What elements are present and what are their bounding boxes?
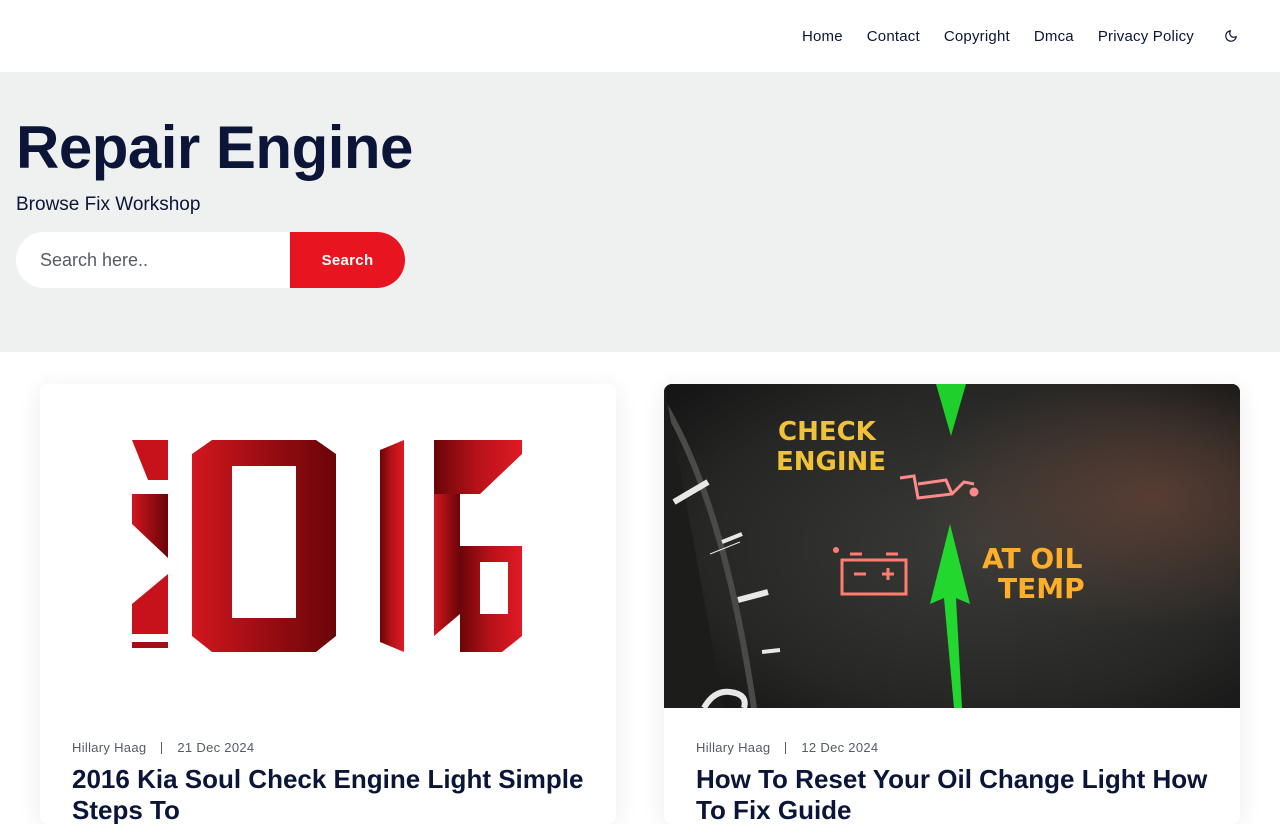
nav-contact[interactable]: Contact — [867, 28, 920, 45]
post-card: Hillary Haag 21 Dec 2024 2016 Kia Soul C… — [40, 384, 616, 824]
post-date: 12 Dec 2024 — [801, 740, 879, 755]
search-input[interactable] — [16, 232, 290, 288]
main-nav: Home Contact Copyright Dmca Privacy Poli… — [802, 0, 1240, 72]
nav-privacy-policy[interactable]: Privacy Policy — [1098, 28, 1194, 45]
dashboard-warning-lights-image: CHECK ENGINE AT OIL TEMP — [664, 384, 1240, 708]
post-meta: Hillary Haag 21 Dec 2024 — [72, 740, 254, 755]
site-header: Home Contact Copyright Dmca Privacy Poli… — [0, 0, 1280, 72]
nav-copyright[interactable]: Copyright — [944, 28, 1010, 45]
post-author[interactable]: Hillary Haag — [696, 740, 770, 755]
meta-divider — [785, 741, 787, 754]
post-meta: Hillary Haag 12 Dec 2024 — [696, 740, 878, 755]
moon-icon — [1225, 30, 1237, 42]
check-engine-line1: CHECK — [778, 417, 877, 447]
post-card: CHECK ENGINE AT OIL TEMP Hillary Haag 12… — [664, 384, 1240, 824]
site-tagline: Browse Fix Workshop — [16, 194, 201, 215]
post-title[interactable]: 2016 Kia Soul Check Engine Light Simple … — [72, 764, 592, 824]
nav-dmca[interactable]: Dmca — [1034, 28, 1074, 45]
post-thumbnail[interactable]: CHECK ENGINE AT OIL TEMP — [664, 384, 1240, 708]
post-title[interactable]: How To Reset Your Oil Change Light How T… — [696, 764, 1216, 824]
search-form: Search — [16, 232, 405, 288]
post-image-2016 — [132, 440, 522, 652]
dark-mode-toggle[interactable] — [1222, 27, 1240, 45]
search-button[interactable]: Search — [290, 232, 405, 288]
hero-section: Repair Engine Browse Fix Workshop Search — [0, 72, 1280, 352]
at-oil-text: AT OIL — [982, 542, 1083, 575]
site-title[interactable]: Repair Engine — [16, 118, 413, 178]
meta-divider — [161, 741, 163, 754]
temp-text: TEMP — [998, 572, 1085, 605]
post-thumbnail[interactable] — [40, 384, 616, 708]
post-date: 21 Dec 2024 — [177, 740, 255, 755]
check-engine-line2: ENGINE — [776, 447, 886, 477]
post-author[interactable]: Hillary Haag — [72, 740, 146, 755]
nav-home[interactable]: Home — [802, 28, 843, 45]
